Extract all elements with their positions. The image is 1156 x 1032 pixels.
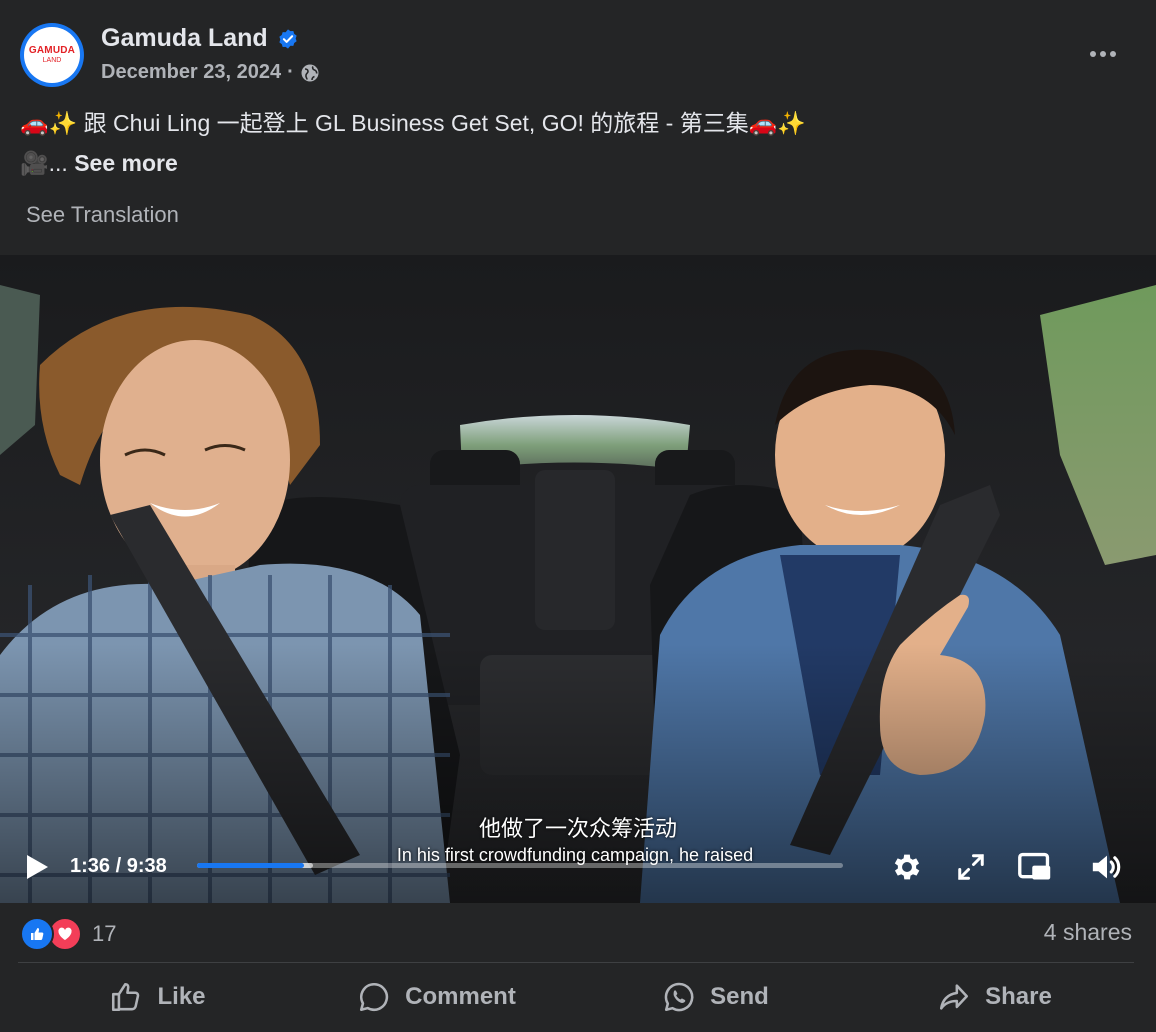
share-button[interactable]: Share [855,968,1134,1026]
share-label: Share [985,983,1052,1010]
like-button[interactable]: Like [18,968,297,1026]
whatsapp-icon [664,982,694,1012]
video-progress-fill [197,863,304,868]
play-icon[interactable] [24,853,50,881]
post-options-button[interactable] [1080,34,1126,74]
post-text-truncated: 🎥... [20,150,75,176]
settings-gear-icon[interactable] [890,850,924,884]
shares-count[interactable]: 4 shares [1044,919,1132,946]
video-player[interactable] [0,255,1156,903]
more-dot [1110,51,1116,57]
post-meta: December 23, 2024 · [101,61,320,84]
volume-icon[interactable] [1088,850,1126,884]
meta-separator: · [287,61,294,83]
like-label: Like [157,983,206,1010]
fullscreen-icon[interactable] [956,852,986,882]
reaction-count: 17 [92,921,117,946]
post-actions: Like Comment Send Share [18,968,1134,1026]
page-name-row: Gamuda Land [101,24,299,53]
reaction-summary[interactable]: 17 [20,917,116,951]
more-dot [1100,51,1106,57]
page-avatar[interactable]: GAMUDA LAND [20,23,84,87]
video-time: 1:36 / 9:38 [70,855,167,877]
share-arrow-icon [940,984,969,1010]
more-horizontal-icon [1090,51,1096,57]
comment-label: Comment [405,983,516,1010]
post-text-line1: 🚗✨ 跟 Chui Ling 一起登上 GL Business Get Set,… [20,110,806,136]
send-label: Send [710,983,769,1010]
gamuda-land-logo: GAMUDA LAND [24,27,80,83]
like-reaction-icon [20,917,54,951]
verified-badge-icon [279,28,297,49]
comment-bubble-icon [360,982,389,1012]
post-date[interactable]: December 23, 2024 [101,61,281,84]
see-translation-link[interactable]: See Translation [26,202,179,228]
comment-button[interactable]: Comment [297,968,576,1026]
video-frame-car-interior [0,255,1156,903]
post-text-line2: 🎥... See more [20,150,178,177]
logo-text-top: GAMUDA [28,45,76,56]
see-more-link[interactable]: See more [74,150,178,176]
page-name-link[interactable]: Gamuda Land [101,24,268,53]
globe-icon [301,64,319,81]
picture-in-picture-icon[interactable] [1017,850,1053,884]
thumbs-up-icon [112,982,140,1012]
send-button[interactable]: Send [576,968,855,1026]
subtitle-chinese: 他做了一次众筹活动 [478,816,677,841]
logo-text-bottom: LAND [42,57,62,64]
action-divider [18,962,1134,963]
post-card: GAMUDA LAND Gamuda Land December 23, 202… [0,0,1156,1032]
video-progress-bar[interactable] [197,863,843,868]
